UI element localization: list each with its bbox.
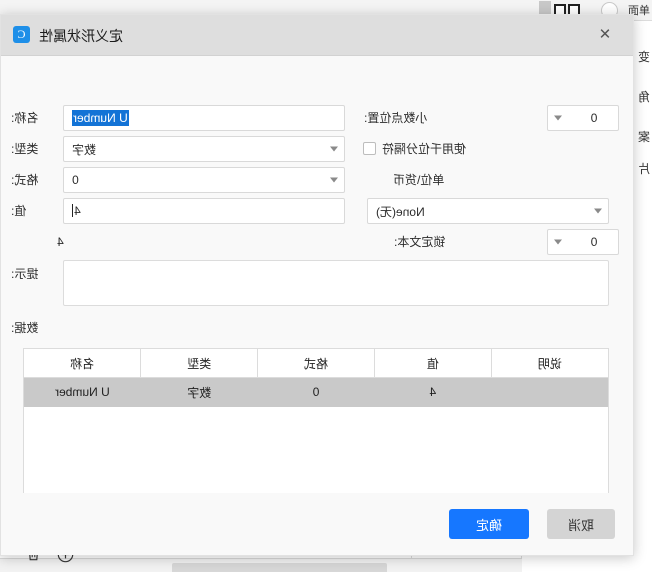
value-input[interactable]: 4 <box>63 198 345 224</box>
table-header-row: 说明 值 格式 类型 名称 <box>24 349 608 378</box>
name-input[interactable]: U Number <box>63 105 345 131</box>
text-caret <box>72 204 73 217</box>
data-label: 数据: <box>11 321 39 335</box>
cell-format: 0 <box>257 377 375 407</box>
thousands-separator-label: 使用千位分隔符 <box>382 142 467 156</box>
cancel-button[interactable]: 取消 <box>547 509 615 539</box>
tip-textarea[interactable] <box>63 260 609 306</box>
background-side-label-3: 案 <box>637 130 650 144</box>
background-side-label-4: 片 <box>637 162 650 176</box>
lock-text-value: 0 <box>590 235 598 249</box>
tip-label: 提示: <box>11 267 39 281</box>
chevron-down-icon[interactable] <box>330 146 338 152</box>
row5-value-echo: 4 <box>57 235 64 249</box>
value-input-value: 4 <box>74 204 81 218</box>
screen: 单面 变 角 案 片 ⌒ < ▤▤ ▪ C 定义形状属性 ✕ <box>0 0 652 572</box>
background-side-label-2: 角 <box>637 90 650 104</box>
format-select-value: 0 <box>72 173 79 187</box>
column-header-value[interactable]: 值 <box>374 349 492 378</box>
table-row[interactable]: 4 0 数字 U Number <box>24 377 608 407</box>
app-logo-icon: C <box>13 26 30 43</box>
none-select[interactable]: None(无) <box>367 198 609 224</box>
type-select-value: 数字 <box>72 142 97 157</box>
dialog-titlebar: C 定义形状属性 ✕ <box>1 15 633 56</box>
background-status-pill <box>172 563 387 572</box>
dialog-body: 名称: U Number 小数点位置: 0 类型: 数字 使用千位分隔符 格式: <box>1 56 633 562</box>
type-label: 类型: <box>11 142 39 156</box>
decimal-position-label: 小数点位置: <box>364 111 428 125</box>
cell-name: U Number <box>24 377 141 407</box>
cell-desc <box>491 377 608 407</box>
name-label: 名称: <box>11 111 39 125</box>
shape-properties-dialog: C 定义形状属性 ✕ 名称: U Number 小数点位置: 0 类型: 数字 <box>0 14 634 562</box>
cell-type: 数字 <box>140 377 258 407</box>
type-select[interactable]: 数字 <box>63 136 345 162</box>
name-input-value: U Number <box>72 110 129 126</box>
properties-grid: 说明 值 格式 类型 名称 4 0 数字 U Number <box>24 349 608 407</box>
format-label: 格式: <box>11 173 39 187</box>
none-select-value: None(无) <box>376 204 425 219</box>
dialog-title: 定义形状属性 <box>39 28 123 44</box>
dialog-footer: 确定 取消 <box>1 493 633 555</box>
value-label: 值: <box>11 204 27 218</box>
chevron-down-icon[interactable] <box>594 208 602 214</box>
background-side-label-1: 变 <box>637 50 650 64</box>
thousands-separator-checkbox[interactable] <box>363 142 376 155</box>
format-select[interactable]: 0 <box>63 167 345 193</box>
lock-text-stepper[interactable]: 0 <box>547 229 619 255</box>
close-icon[interactable]: ✕ <box>595 25 615 45</box>
lock-text-label: 锁定文本: <box>394 235 446 249</box>
chevron-down-icon[interactable] <box>554 115 562 121</box>
column-header-format[interactable]: 格式 <box>257 349 375 378</box>
chevron-down-icon[interactable] <box>330 177 338 183</box>
decimal-position-stepper[interactable]: 0 <box>547 105 619 131</box>
decimal-position-value: 0 <box>590 111 598 125</box>
confirm-button[interactable]: 确定 <box>449 509 529 539</box>
column-header-type[interactable]: 类型 <box>140 349 258 378</box>
cell-value: 4 <box>374 377 492 407</box>
chevron-down-icon[interactable] <box>554 239 562 245</box>
unit-currency-label: 单位\货币 <box>393 173 445 187</box>
column-header-desc[interactable]: 说明 <box>491 349 608 378</box>
column-header-name[interactable]: 名称 <box>24 349 141 378</box>
